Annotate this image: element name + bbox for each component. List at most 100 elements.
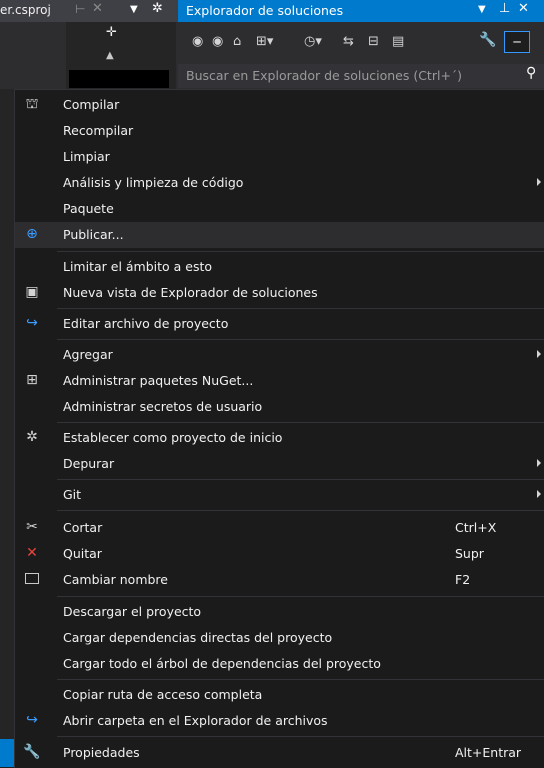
forward-icon[interactable]: ◉ (212, 34, 223, 49)
back-icon[interactable]: ◉ (192, 34, 203, 49)
menu-item-label: Agregar (63, 347, 113, 362)
collapse-all-icon[interactable]: ⊟ (368, 34, 379, 49)
context-menu: ⛫ Compilar Recompilar Limpiar Análisis y… (14, 89, 544, 768)
scissors-icon: ✂ (26, 519, 38, 535)
submenu-arrow-icon (537, 178, 541, 186)
menu-item-label: Paquete (63, 201, 114, 216)
gear-icon: ✲ (26, 429, 38, 445)
left-background-strip (0, 89, 14, 767)
menu-item-paquete[interactable]: Paquete (15, 196, 544, 222)
home-icon[interactable]: ⌂ (233, 34, 241, 49)
menu-item-label: Cambiar nombre (63, 572, 168, 587)
window-dropdown-icon[interactable]: ▼ (478, 4, 486, 15)
menu-separator (57, 308, 544, 309)
menu-item-abrir-carpeta[interactable]: ↪ Abrir carpeta en el Explorador de arch… (15, 708, 544, 734)
submenu-arrow-icon (537, 350, 541, 358)
menu-separator (57, 679, 544, 680)
menu-item-compilar[interactable]: ⛫ Compilar (15, 92, 544, 118)
shortcut-label: Alt+Entrar (455, 745, 522, 760)
menu-item-proyecto-inicio[interactable]: ✲ Establecer como proyecto de inicio (15, 425, 544, 451)
solution-explorer-title: Explorador de soluciones (186, 3, 344, 18)
shortcut-label: F2 (455, 572, 471, 587)
menu-item-label: Editar archivo de proyecto (63, 316, 229, 331)
menu-item-nuget[interactable]: ⊞ Administrar paquetes NuGet... (15, 368, 544, 394)
menu-item-label: Copiar ruta de acceso completa (63, 687, 263, 702)
ide-top-area: er.csproj ⊢ ✕ ▼ ✲ ✛ ▲ Explorador de solu… (0, 0, 544, 89)
collapse-icon[interactable]: ─ (504, 31, 530, 53)
menu-item-publicar[interactable]: ⊕ Publicar... (15, 222, 544, 248)
properties-icon[interactable]: 🔧 (479, 32, 496, 48)
gear-icon[interactable]: ✲ (152, 1, 163, 16)
menu-item-label: Cargar dependencias directas del proyect… (63, 630, 333, 645)
solution-explorer-search[interactable]: Buscar en Explorador de soluciones (Ctrl… (178, 64, 544, 88)
menu-item-label: Análisis y limpieza de código (63, 175, 244, 190)
menu-item-label: Limitar el ámbito a esto (63, 259, 213, 274)
solution-explorer-toolbar: ◉ ◉ ⌂ ⊞▾ ◷▾ ⇆ ⊟ ▤ 🔧 ─ (178, 22, 544, 64)
menu-item-label: Nueva vista de Explorador de soluciones (63, 285, 318, 300)
split-panel: ✛ ▲ (66, 22, 176, 89)
menu-item-agregar[interactable]: Agregar (15, 342, 544, 368)
build-icon: ⛫ (25, 96, 39, 112)
menu-item-analisis[interactable]: Análisis y limpieza de código (15, 170, 544, 196)
menu-separator (57, 736, 544, 737)
menu-item-recompilar[interactable]: Recompilar (15, 118, 544, 144)
pin-icon[interactable]: ⊢ (75, 2, 85, 16)
document-tab-label: er.csproj (0, 3, 51, 17)
menu-item-label: Quitar (63, 546, 102, 561)
menu-item-cargar-arbol[interactable]: Cargar todo el árbol de dependencias del… (15, 651, 544, 677)
selection-indicator (0, 739, 14, 767)
menu-item-cambiar-nombre[interactable]: Cambiar nombre F2 (15, 567, 544, 593)
show-all-files-icon[interactable]: ▤ (392, 34, 404, 49)
menu-item-git[interactable]: Git (15, 482, 544, 508)
wrench-icon: 🔧 (23, 744, 41, 760)
submenu-arrow-icon (537, 490, 541, 498)
menu-item-editar-proyecto[interactable]: ↪ Editar archivo de proyecto (15, 311, 544, 337)
solution-explorer-titlebar: Explorador de soluciones ▼ ⊥ ✕ (178, 0, 544, 22)
menu-item-label: Propiedades (63, 745, 140, 760)
menu-item-copiar-ruta[interactable]: Copiar ruta de acceso completa (15, 682, 544, 708)
menu-item-label: Recompilar (63, 123, 134, 138)
new-view-icon: ▣ (25, 284, 39, 300)
menu-item-limitar-ambito[interactable]: Limitar el ámbito a esto (15, 254, 544, 280)
menu-item-secretos[interactable]: Administrar secretos de usuario (15, 394, 544, 420)
menu-item-label: Administrar secretos de usuario (63, 399, 263, 414)
menu-item-propiedades[interactable]: 🔧 Propiedades Alt+Entrar (15, 740, 544, 766)
scroll-up-icon[interactable]: ▲ (106, 50, 114, 61)
open-folder-icon: ↪ (26, 712, 38, 728)
switch-views-icon[interactable]: ⊞▾ (256, 34, 273, 49)
menu-item-label: Git (63, 487, 82, 502)
menu-item-quitar[interactable]: ✕ Quitar Supr (15, 541, 544, 567)
shortcut-label: Ctrl+X (455, 520, 497, 535)
history-icon[interactable]: ◷▾ (304, 34, 322, 49)
tab-dropdown-icon[interactable]: ▼ (130, 4, 138, 15)
menu-item-cargar-dependencias[interactable]: Cargar dependencias directas del proyect… (15, 625, 544, 651)
sync-icon[interactable]: ⇆ (343, 34, 354, 49)
nuget-icon: ⊞ (26, 372, 38, 388)
menu-item-label: Publicar... (63, 227, 124, 242)
menu-item-label: Limpiar (63, 149, 110, 164)
rename-icon (23, 570, 41, 588)
menu-item-cortar[interactable]: ✂ Cortar Ctrl+X (15, 515, 544, 541)
close-icon[interactable]: ✕ (92, 1, 103, 16)
menu-item-label: Abrir carpeta en el Explorador de archiv… (63, 713, 328, 728)
menu-item-label: Depurar (63, 456, 115, 471)
menu-item-label: Establecer como proyecto de inicio (63, 430, 283, 445)
close-icon[interactable]: ✕ (518, 1, 529, 16)
submenu-arrow-icon (537, 459, 541, 467)
split-icon[interactable]: ✛ (106, 25, 117, 40)
menu-item-depurar[interactable]: Depurar (15, 451, 544, 477)
publish-icon: ⊕ (26, 226, 38, 242)
shortcut-label: Supr (455, 546, 484, 561)
search-icon[interactable]: ⚲ (526, 65, 536, 81)
menu-separator (57, 251, 544, 252)
menu-item-descargar-proyecto[interactable]: Descargar el proyecto (15, 599, 544, 625)
menu-separator (57, 339, 544, 340)
menu-separator (57, 510, 544, 511)
menu-item-nueva-vista[interactable]: ▣ Nueva vista de Explorador de solucione… (15, 280, 544, 306)
document-tab[interactable]: er.csproj ⊢ ✕ ▼ ✲ (0, 0, 182, 22)
autohide-pin-icon[interactable]: ⊥ (499, 1, 510, 16)
menu-separator (57, 479, 544, 480)
search-placeholder: Buscar en Explorador de soluciones (Ctrl… (186, 68, 463, 83)
remove-icon: ✕ (26, 545, 38, 561)
menu-item-limpiar[interactable]: Limpiar (15, 144, 544, 170)
